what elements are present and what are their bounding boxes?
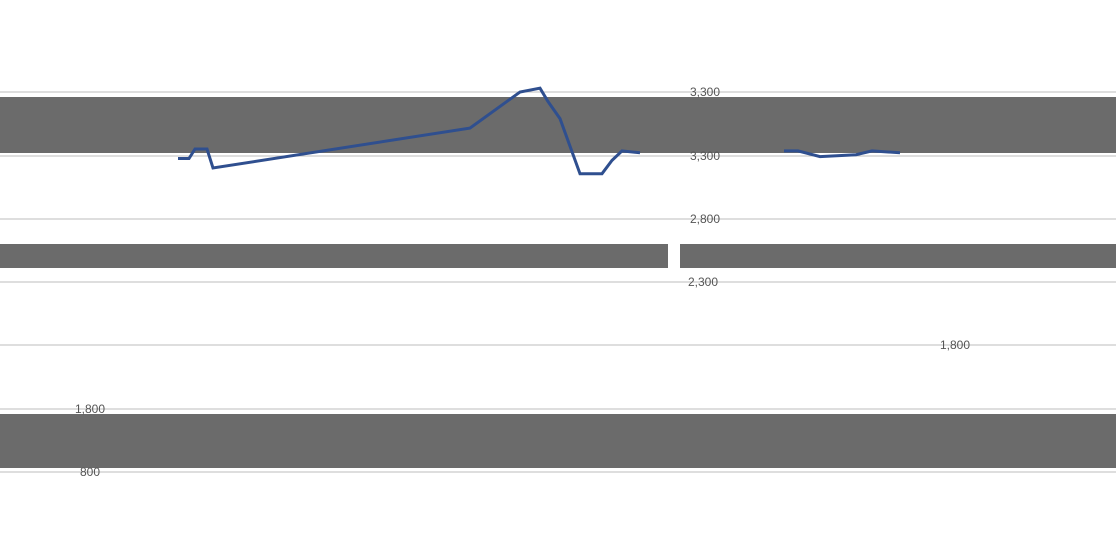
y-tick-label: 2,800: [690, 212, 720, 226]
background-band: [0, 414, 1116, 468]
y-tick-label: 2,300: [688, 275, 718, 289]
background-band: [0, 244, 668, 268]
y-tick-label: 1,800: [75, 402, 105, 416]
background-band: [0, 97, 1116, 153]
y-tick-label: 1,800: [940, 338, 970, 352]
y-tick-label: 800: [80, 465, 100, 479]
y-tick-label: 3,300: [690, 85, 720, 99]
chart-container: 3,300 3,300 2,800 2,300 1,800 1,800 800: [0, 0, 1116, 544]
chart-svg: 3,300 3,300 2,800 2,300 1,800 1,800 800: [0, 85, 1116, 479]
background-band: [680, 244, 1116, 268]
y-tick-label: 3,300: [690, 149, 720, 163]
